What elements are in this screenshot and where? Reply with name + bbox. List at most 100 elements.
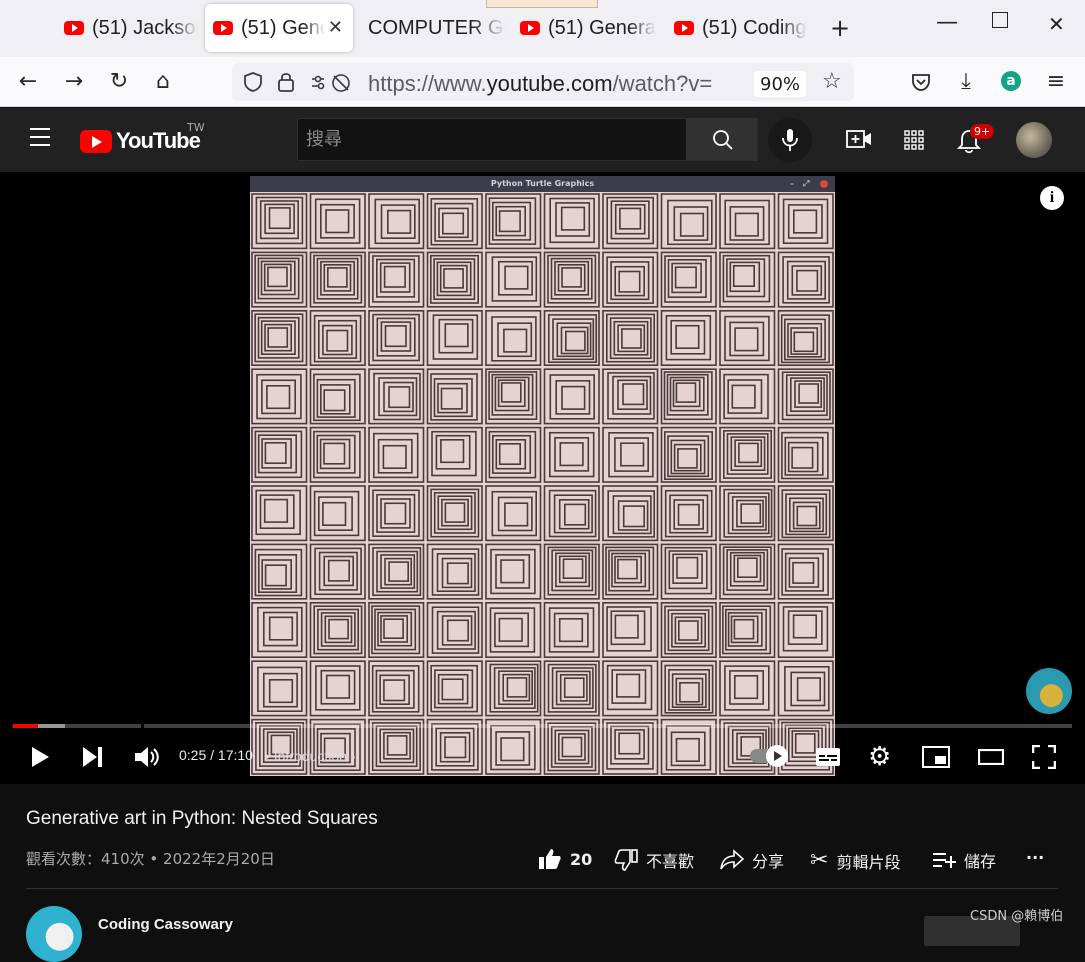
channel-watermark-icon[interactable] xyxy=(1026,668,1072,714)
nested-square xyxy=(791,446,814,469)
nested-square xyxy=(251,368,308,425)
create-video-icon[interactable] xyxy=(846,128,872,150)
miniplayer-icon[interactable] xyxy=(922,746,950,768)
home-icon[interactable]: ⌂ xyxy=(149,69,177,94)
next-video-icon[interactable] xyxy=(82,746,104,768)
close-tab-icon[interactable]: ✕ xyxy=(328,17,343,38)
browser-tab[interactable]: (51) Jackson xyxy=(56,4,198,52)
nested-square-tile xyxy=(368,543,425,600)
nested-square xyxy=(318,551,358,591)
url-text[interactable]: https://www.youtube.com/watch?v= xyxy=(368,71,758,97)
more-actions-button[interactable]: ··· xyxy=(1026,848,1044,867)
search-button[interactable] xyxy=(686,118,758,161)
nested-square-tile xyxy=(309,660,366,717)
channel-name[interactable]: Coding Cassowary xyxy=(98,916,233,933)
nested-square-tile xyxy=(426,368,483,425)
new-tab-plus-icon[interactable]: + xyxy=(830,14,850,42)
hamburger-menu-icon[interactable]: ≡ xyxy=(1042,69,1070,94)
subtitles-icon[interactable] xyxy=(815,747,841,767)
nested-square xyxy=(558,617,584,643)
video-frame[interactable]: Python Turtle Graphics – ⤢ xyxy=(250,176,835,776)
nested-square xyxy=(786,260,827,300)
nested-square xyxy=(733,618,755,640)
browser-tab[interactable]: COMPUTER GRA xyxy=(360,4,506,52)
voice-search-button[interactable] xyxy=(768,118,812,162)
nested-square xyxy=(782,256,830,304)
permissions-icon[interactable] xyxy=(310,72,352,94)
pocket-icon[interactable] xyxy=(910,71,932,93)
nested-square-tile xyxy=(777,543,834,600)
nested-square xyxy=(382,444,407,469)
fullscreen-icon[interactable] xyxy=(1032,745,1056,769)
nested-square-tile xyxy=(602,485,659,542)
chapter-title: Introduction xyxy=(273,748,347,764)
settings-gear-icon[interactable]: ⚙ xyxy=(868,742,891,772)
info-icon[interactable]: i xyxy=(1040,186,1064,210)
youtube-logo[interactable]: YouTube TW xyxy=(80,121,205,154)
nested-square xyxy=(792,614,817,639)
nested-square xyxy=(610,261,650,301)
nested-square xyxy=(444,323,469,348)
nested-square xyxy=(387,209,412,234)
browser-tab[interactable]: (51) Genera xyxy=(512,4,658,52)
nested-square xyxy=(777,193,834,250)
guide-menu-icon[interactable] xyxy=(30,128,50,146)
nested-square-tile xyxy=(777,485,834,542)
close-window-icon[interactable]: ✕ xyxy=(1048,12,1065,36)
dislike-label: 不喜歡 xyxy=(646,852,695,871)
address-bar[interactable]: https://www.youtube.com/watch?v= 90% ☆ xyxy=(232,63,854,101)
browser-tab-active[interactable]: (51) Genera ✕ xyxy=(205,4,353,52)
like-button[interactable]: 20 xyxy=(538,848,592,870)
zoom-level-badge[interactable]: 90% xyxy=(754,71,807,97)
lock-icon[interactable] xyxy=(276,71,296,93)
theater-mode-icon[interactable] xyxy=(978,749,1004,765)
nested-square-tile xyxy=(368,485,425,542)
nested-square-tile xyxy=(602,426,659,483)
maximize-window-icon[interactable] xyxy=(992,12,1008,28)
nested-square xyxy=(676,556,699,579)
nested-square xyxy=(618,270,641,293)
nested-square-tile xyxy=(660,193,717,250)
channel-avatar[interactable] xyxy=(26,906,82,962)
nested-square xyxy=(543,601,600,658)
extension-icon[interactable]: a xyxy=(1001,71,1021,91)
nested-square-tile xyxy=(485,426,542,483)
user-avatar[interactable] xyxy=(1016,122,1052,158)
save-button[interactable]: 儲存 xyxy=(932,848,996,872)
bookmark-star-icon[interactable]: ☆ xyxy=(822,69,842,94)
nested-square xyxy=(796,269,819,292)
download-icon[interactable]: ⤓ xyxy=(952,69,980,94)
nested-square xyxy=(788,497,824,533)
nested-square xyxy=(443,268,464,289)
nested-square xyxy=(372,489,420,537)
dislike-button[interactable]: 不喜歡 xyxy=(614,848,694,872)
search-input[interactable] xyxy=(298,119,686,160)
progress-bar[interactable] xyxy=(13,724,1072,728)
back-arrow-icon[interactable]: ← xyxy=(14,69,42,94)
share-button[interactable]: 分享 xyxy=(720,848,784,872)
nested-square xyxy=(267,266,288,288)
chapter-title-button[interactable]: • Introduction › xyxy=(265,748,356,764)
youtube-play-logo-icon xyxy=(80,129,112,153)
tab-label: (51) Jackson xyxy=(92,16,198,39)
forward-arrow-icon[interactable]: → xyxy=(60,69,88,94)
nested-square-tile xyxy=(309,310,366,367)
tab-label: COMPUTER GRA xyxy=(368,16,506,39)
apps-grid-icon[interactable] xyxy=(904,130,924,150)
minimize-window-icon[interactable]: — xyxy=(936,10,958,35)
nested-square-tile xyxy=(309,485,366,542)
nested-square xyxy=(322,501,347,527)
video-player[interactable]: Python Turtle Graphics – ⤢ i 0:25 / 17:1… xyxy=(0,172,1085,784)
clip-button[interactable]: ✂ 剪輯片段 xyxy=(810,848,900,873)
current-time: 0:25 xyxy=(179,747,207,763)
shield-icon[interactable] xyxy=(242,71,264,93)
nested-square xyxy=(383,618,404,640)
browser-tab[interactable]: (51) Coding xyxy=(666,4,812,52)
reload-icon[interactable]: ↻ xyxy=(105,69,133,94)
search-box[interactable] xyxy=(297,118,687,161)
play-icon[interactable] xyxy=(30,746,50,768)
autoplay-toggle[interactable] xyxy=(750,745,788,767)
nested-square xyxy=(314,198,361,244)
time-separator: / xyxy=(206,747,218,763)
volume-icon[interactable] xyxy=(134,745,160,769)
